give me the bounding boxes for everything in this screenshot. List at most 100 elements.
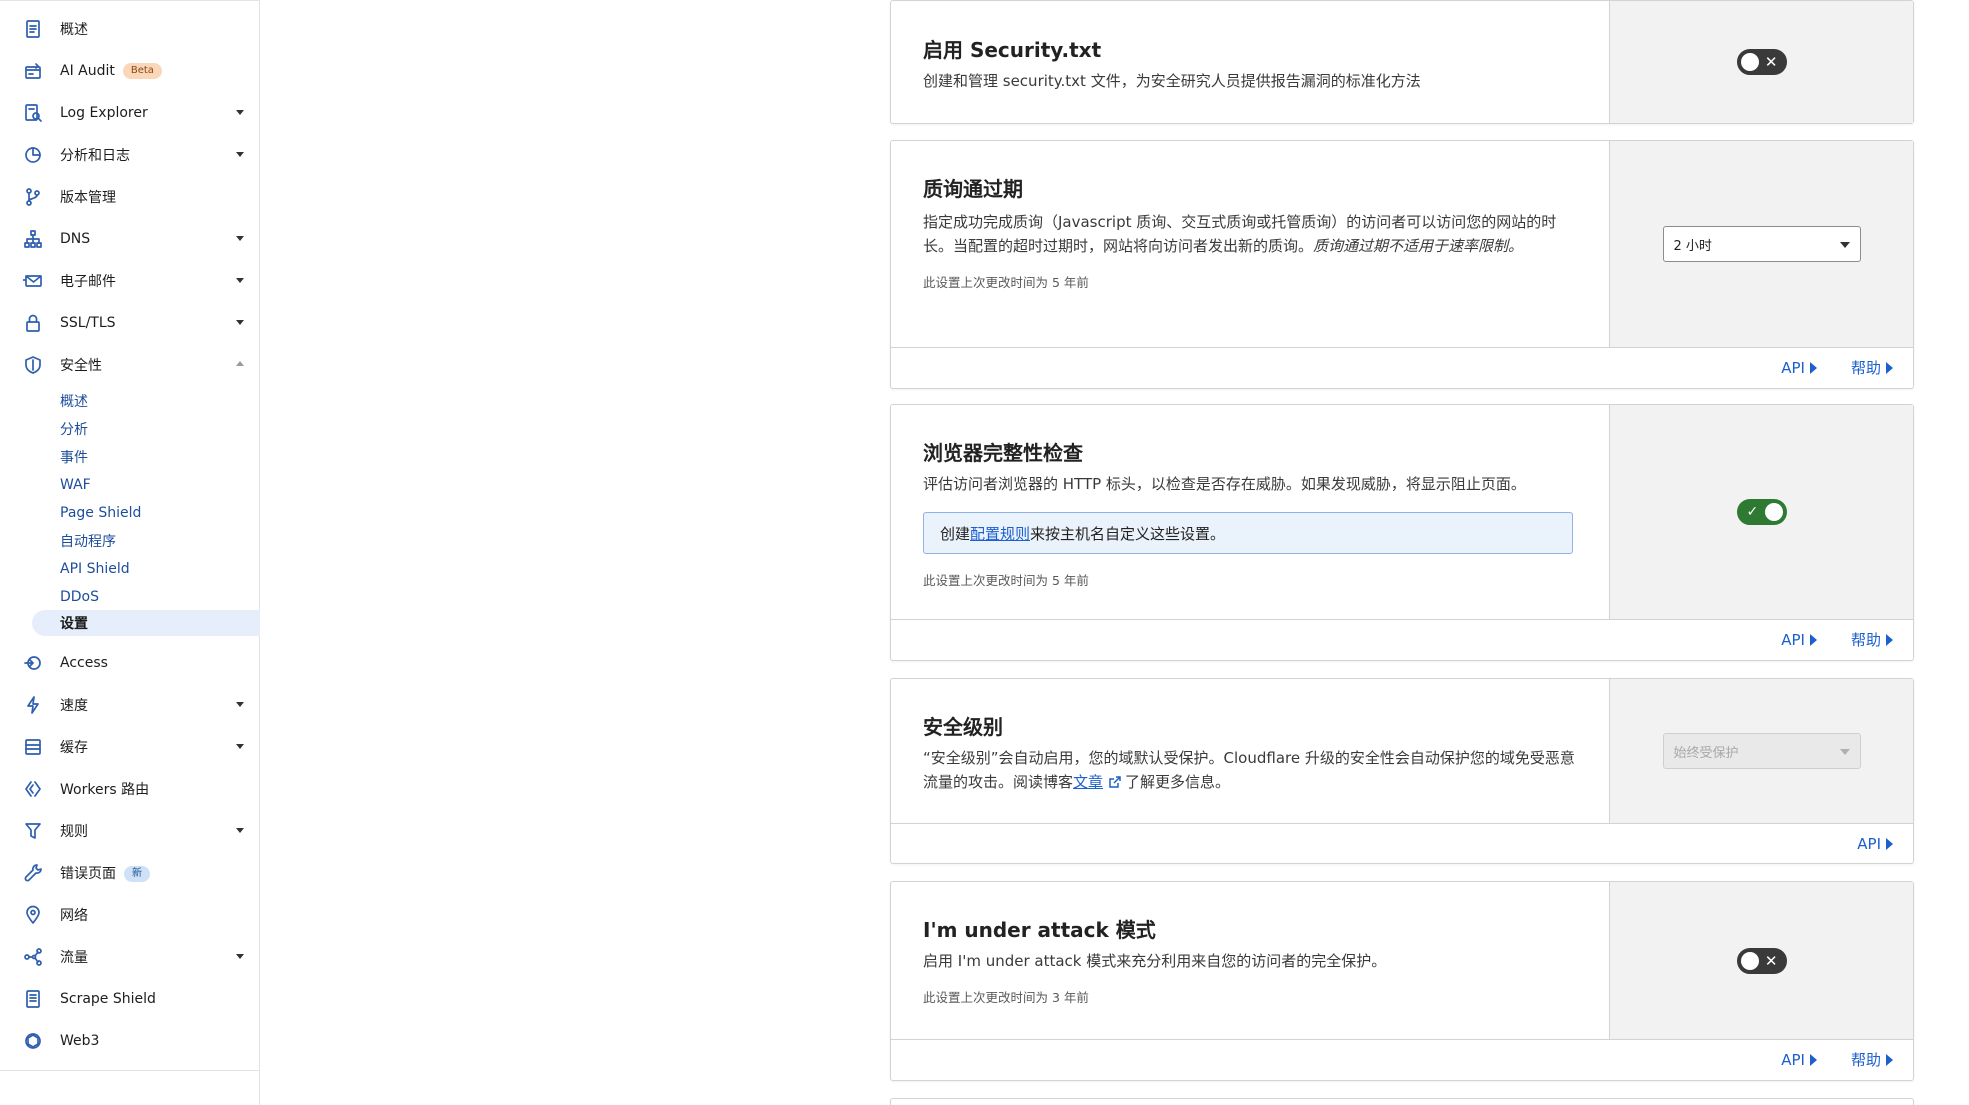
card-control-panel: 2 小时 — [1609, 141, 1913, 347]
chevron-down-icon[interactable] — [236, 278, 244, 283]
sidebar-subitem-settings[interactable]: 设置 — [32, 610, 260, 636]
caret-right-icon — [1809, 633, 1817, 646]
sidebar-item-label: 概述 — [60, 22, 88, 38]
under-attack-toggle[interactable]: ✕ — [1736, 947, 1787, 974]
sidebar-item-speed[interactable]: 速度 — [0, 684, 260, 726]
api-link[interactable]: API — [1857, 835, 1893, 853]
sidebar-subitem-bots[interactable]: 自动程序 — [32, 528, 260, 554]
chevron-up-icon[interactable] — [236, 361, 244, 366]
sidebar: 概述 AI Audit Beta Log Explorer 分析和日志 版本管理 … — [0, 0, 260, 1105]
sidebar-subitem-waf[interactable]: WAF — [32, 472, 260, 498]
chevron-down-icon[interactable] — [236, 954, 244, 959]
ai-audit-icon — [22, 60, 44, 82]
sidebar-subitem-analytics[interactable]: 分析 — [32, 416, 260, 442]
sidebar-item-email[interactable]: 电子邮件 — [0, 260, 260, 302]
sidebar-subitem-page-shield[interactable]: Page Shield — [32, 500, 260, 526]
chevron-down-icon[interactable] — [236, 702, 244, 707]
sidebar-subitem-label: 分析 — [60, 422, 88, 438]
sidebar-subitem-api-shield[interactable]: API Shield — [32, 556, 260, 582]
under-attack-card: I'm under attack 模式 启用 I'm under attack … — [890, 881, 1914, 1081]
card-footer: API 帮助 — [891, 347, 1913, 387]
sidebar-subitem-ddos[interactable]: DDoS — [32, 584, 260, 610]
sidebar-item-label: 错误页面新 — [60, 863, 150, 883]
lock-icon — [22, 312, 44, 334]
card-description: 指定成功完成质询（Javascript 质询、交互式质询或托管质询）的访问者可以… — [923, 213, 1557, 255]
sidebar-item-network[interactable]: 网络 — [0, 894, 260, 936]
sidebar-subitem-label: DDoS — [60, 589, 100, 605]
sidebar-item-dns[interactable]: DNS — [0, 218, 260, 260]
card-title: 浏览器完整性检查 — [923, 441, 1083, 465]
sidebar-item-label: Scrape Shield — [60, 991, 156, 1007]
config-rules-link[interactable]: 配置规则 — [970, 523, 1030, 544]
sidebar-item-overview[interactable]: 概述 — [0, 8, 260, 50]
card-title: 启用 Security.txt — [923, 38, 1102, 62]
card-content: 浏览器完整性检查 评估访问者浏览器的 HTTP 标头，以检查是否存在威胁。如果发… — [891, 405, 1609, 619]
card-description: 启用 I'm under attack 模式来充分利用来自您的访问者的完全保护。 — [923, 952, 1387, 970]
chevron-down-icon[interactable] — [236, 110, 244, 115]
caret-right-icon — [1886, 633, 1893, 646]
caret-right-icon — [1886, 361, 1893, 374]
sidebar-item-label: 版本管理 — [60, 190, 116, 206]
toggle-knob — [1740, 951, 1759, 970]
api-link[interactable]: API — [1781, 359, 1817, 377]
sidebar-bottom-divider — [0, 1070, 260, 1071]
chevron-down-icon[interactable] — [236, 744, 244, 749]
sidebar-item-security[interactable]: 安全性 — [0, 344, 260, 386]
card-control-panel: 始终受保护 — [1609, 679, 1913, 823]
workers-icon — [22, 778, 44, 800]
sidebar-item-label: 网络 — [60, 908, 88, 924]
sidebar-item-scrape-shield[interactable]: Scrape Shield — [0, 978, 260, 1020]
sidebar-item-ssl-tls[interactable]: SSL/TLS — [0, 302, 260, 344]
caret-right-icon — [1809, 361, 1817, 374]
sidebar-subitem-label: API Shield — [60, 561, 130, 577]
select-value: 始终受保护 — [1673, 745, 1739, 761]
sidebar-item-versions[interactable]: 版本管理 — [0, 176, 260, 218]
sidebar-item-workers-routes[interactable]: Workers 路由 — [0, 768, 260, 810]
select-value: 2 小时 — [1673, 238, 1712, 254]
sidebar-item-log-explorer[interactable]: Log Explorer — [0, 92, 260, 134]
sidebar-item-traffic[interactable]: 流量 — [0, 936, 260, 978]
sidebar-item-error-pages[interactable]: 错误页面新 — [0, 852, 260, 894]
toggle-knob — [1764, 503, 1783, 521]
sidebar-item-analytics[interactable]: 分析和日志 — [0, 134, 260, 176]
shield-icon — [22, 354, 44, 376]
sidebar-subitem-label: 概述 — [60, 394, 88, 410]
access-icon — [22, 652, 44, 674]
card-content: 质询通过期 指定成功完成质询（Javascript 质询、交互式质询或托管质询）… — [891, 141, 1609, 347]
chevron-down-icon[interactable] — [236, 236, 244, 241]
sidebar-item-label: Log Explorer — [60, 105, 148, 121]
sidebar-item-label: SSL/TLS — [60, 315, 116, 331]
document-icon — [22, 18, 44, 40]
card-control-panel: ✓ — [1609, 405, 1913, 619]
help-link[interactable]: 帮助 — [1851, 1049, 1893, 1070]
sidebar-subitem-overview[interactable]: 概述 — [32, 388, 260, 414]
card-control-panel: ✕ — [1609, 1, 1913, 123]
challenge-passage-select[interactable]: 2 小时 — [1662, 226, 1861, 262]
chevron-down-icon[interactable] — [236, 828, 244, 833]
browser-integrity-toggle[interactable]: ✓ — [1736, 499, 1787, 525]
sidebar-subitem-label: WAF — [60, 477, 91, 493]
external-link-icon — [1109, 771, 1121, 788]
help-link[interactable]: 帮助 — [1851, 629, 1893, 650]
api-link[interactable]: API — [1781, 631, 1817, 649]
scrape-shield-icon — [22, 988, 44, 1010]
blog-article-link[interactable]: 文章 — [1073, 773, 1103, 791]
card-description: “安全级别”会自动启用，您的域默认受保护。Cloudflare 升级的安全性会自… — [923, 749, 1575, 791]
api-link[interactable]: API — [1781, 1051, 1817, 1069]
sidebar-item-label: Web3 — [60, 1033, 100, 1049]
sidebar-item-web3[interactable]: Web3 — [0, 1020, 260, 1062]
chevron-down-icon[interactable] — [236, 152, 244, 157]
location-pin-icon — [22, 904, 44, 926]
close-icon: ✕ — [1764, 53, 1778, 71]
caret-right-icon — [1809, 1053, 1817, 1066]
sidebar-item-access[interactable]: Access — [0, 642, 260, 684]
chevron-down-icon[interactable] — [236, 320, 244, 325]
sidebar-item-rules[interactable]: 规则 — [0, 810, 260, 852]
sidebar-item-cache[interactable]: 缓存 — [0, 726, 260, 768]
help-link[interactable]: 帮助 — [1851, 357, 1893, 378]
sidebar-subitem-events[interactable]: 事件 — [32, 444, 260, 470]
sidebar-item-label: 流量 — [60, 950, 88, 966]
sidebar-item-ai-audit[interactable]: AI Audit Beta — [0, 50, 260, 92]
card-title: 安全级别 — [923, 715, 1003, 739]
security-txt-toggle[interactable]: ✕ — [1736, 49, 1787, 75]
